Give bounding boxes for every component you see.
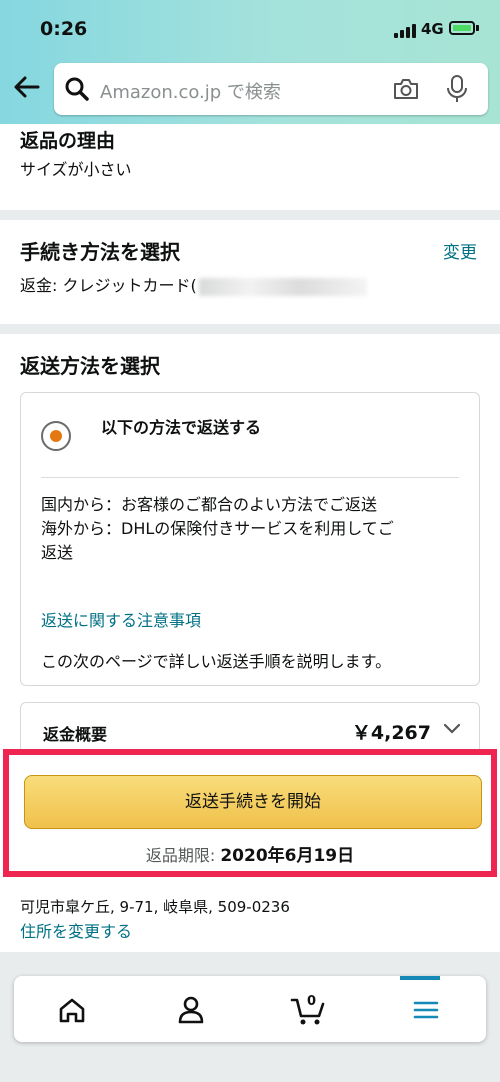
search-icon bbox=[65, 77, 89, 101]
highlight-frame: 返送手続きを開始 返品期限: 2020年6月19日 bbox=[3, 749, 497, 877]
app-header: 0:26 4G Amazon.co.jp で検索 bbox=[0, 0, 500, 124]
back-arrow-icon[interactable] bbox=[12, 72, 42, 102]
refund-method-value: 返金: クレジットカード( bbox=[20, 272, 367, 296]
account-icon[interactable] bbox=[171, 990, 211, 1030]
return-reason-card: 返品の理由 サイズが小さい bbox=[0, 124, 500, 210]
return-notice-link[interactable]: 返送に関する注意事項 bbox=[41, 607, 201, 631]
search-input[interactable]: Amazon.co.jp で検索 bbox=[54, 63, 488, 115]
return-deadline: 返品期限: 2020年6月19日 bbox=[9, 841, 491, 866]
desc-line: 返送 bbox=[41, 543, 74, 562]
cart-button[interactable]: 0 bbox=[289, 990, 329, 1030]
card-number-redacted bbox=[198, 277, 367, 296]
menu-icon[interactable] bbox=[406, 990, 446, 1030]
change-address-link[interactable]: 住所を変更する bbox=[20, 918, 132, 942]
network-label: 4G bbox=[421, 20, 444, 38]
return-option-radio[interactable] bbox=[41, 421, 71, 451]
return-method-title: 返送方法を選択 bbox=[20, 354, 160, 378]
return-method-card: 返送方法を選択 以下の方法で返送する 国内から：お客様のご都合のよい方法でご返送… bbox=[0, 334, 500, 952]
search-placeholder: Amazon.co.jp で検索 bbox=[100, 82, 281, 103]
refund-method-title: 手続き方法を選択 bbox=[20, 240, 180, 264]
desc-line: 海外から：DHLの保険付きサービスを利用してご bbox=[41, 519, 394, 538]
return-option-label[interactable]: 以下の方法で返送する bbox=[101, 415, 291, 440]
microphone-icon[interactable] bbox=[446, 74, 468, 104]
start-return-button[interactable]: 返送手続きを開始 bbox=[24, 775, 482, 829]
signal-icon bbox=[394, 24, 418, 38]
home-icon[interactable] bbox=[52, 990, 92, 1030]
active-tab-indicator bbox=[400, 976, 440, 980]
refund-summary-label: 返金概要 bbox=[43, 725, 108, 744]
return-reason-value: サイズが小さい bbox=[20, 160, 132, 179]
deadline-date: 2020年6月19日 bbox=[220, 846, 355, 866]
change-refund-method-link[interactable]: 変更 bbox=[443, 238, 477, 263]
refund-method-card: 手続き方法を選択 変更 返金: クレジットカード( bbox=[0, 220, 500, 324]
battery-cap bbox=[476, 25, 479, 31]
status-bar: 0:26 4G bbox=[0, 0, 500, 56]
status-time: 0:26 bbox=[40, 18, 88, 40]
battery-icon bbox=[449, 21, 475, 35]
return-option-box: 以下の方法で返送する 国内から：お客様のご都合のよい方法でご返送 海外から：DH… bbox=[20, 392, 480, 686]
return-option-description: 国内から：お客様のご都合のよい方法でご返送 海外から：DHLの保険付きサービスを… bbox=[41, 493, 461, 565]
shipping-address: 可児市皐ケ丘, 9-71, 岐阜県, 509-0236 bbox=[20, 898, 290, 916]
camera-icon[interactable] bbox=[392, 76, 420, 102]
bottom-nav: 0 bbox=[14, 976, 486, 1042]
cart-count: 0 bbox=[307, 994, 317, 1009]
desc-line: 国内から：お客様のご都合のよい方法でご返送 bbox=[41, 495, 378, 514]
next-page-info: この次のページで詳しい返送手順を説明します。 bbox=[41, 652, 392, 671]
chevron-down-icon[interactable] bbox=[443, 723, 461, 735]
divider bbox=[41, 477, 459, 478]
return-reason-title: 返品の理由 bbox=[20, 130, 116, 152]
deadline-label: 返品期限: bbox=[145, 846, 221, 865]
refund-summary-amount: ￥4,267 bbox=[351, 722, 431, 744]
refund-method-text: 返金: クレジットカード( bbox=[20, 276, 197, 295]
